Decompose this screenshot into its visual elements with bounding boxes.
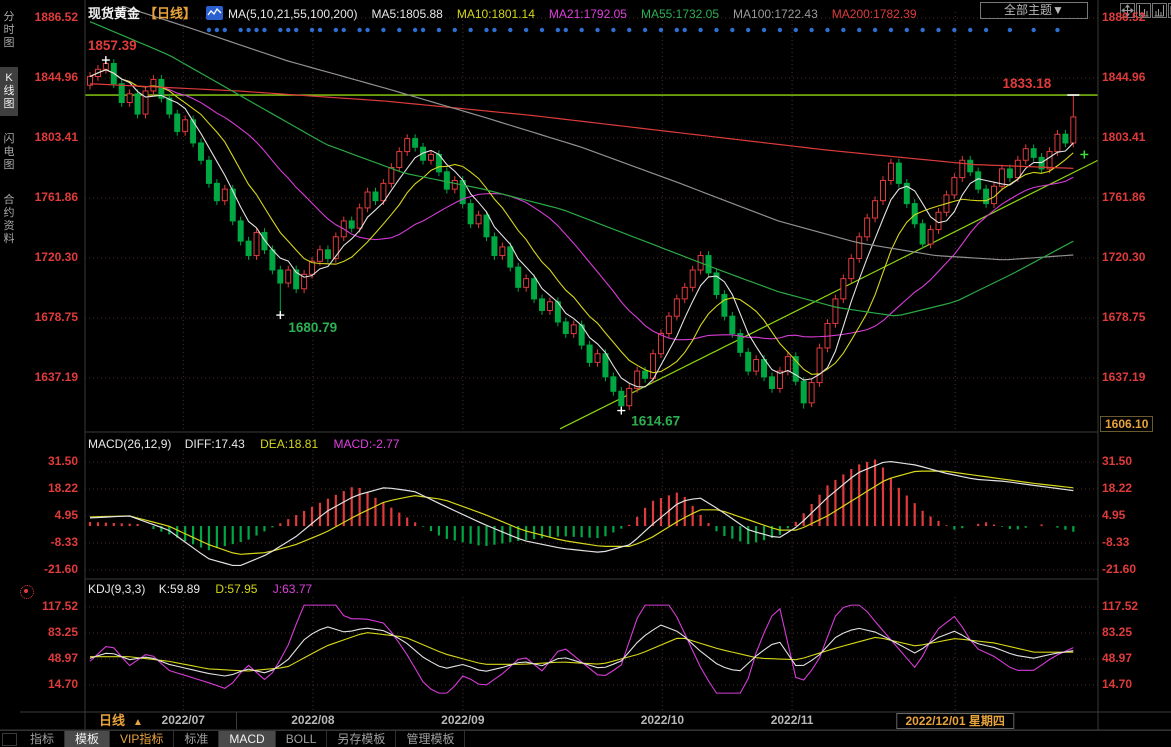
y-tick-label: 83.25 [12,625,78,639]
y-tick-label: 83.25 [1102,625,1168,639]
ma-value-label: MA21:1792.05 [549,7,627,21]
corner-box [2,733,17,746]
toolbar-tab-7[interactable]: 管理模板 [396,731,465,747]
y-tick-label: 14.70 [12,677,78,691]
ma-value-label: MA10:1801.14 [457,7,535,21]
y-tick-label: 1803.41 [12,130,78,144]
x-axis-date: 2022/10 [641,713,684,727]
y-tick-label: -21.60 [1102,562,1168,576]
kdj-d-value: D:57.95 [215,582,257,596]
y-tick-label: 31.50 [12,454,78,468]
ma-value-label: MA200:1782.39 [832,7,917,21]
x-axis-date: 2022/11 [771,713,814,727]
y-tick-label: 1678.75 [12,310,78,324]
kdj-header: KDJ(9,3,3) K:59.89 D:57.95 J:63.77 [88,582,312,596]
y-tick-label: 1761.86 [1102,190,1168,204]
toolbar-tab-0[interactable]: 指标 [20,731,65,747]
chart-type-sidebar: 分时图K线图闪电图合约资料 [0,6,18,251]
y-tick-label: 1761.86 [12,190,78,204]
y-tick-label: -21.60 [12,562,78,576]
bottom-toolbar: 指标模板VIP指标标准MACDBOLL另存模板管理模板 [0,730,1171,747]
y-tick-label: 1886.52 [12,10,78,24]
y-tick-label: 4.95 [12,508,78,522]
macd-value: MACD:-2.77 [333,437,399,451]
kdj-j-value: J:63.77 [273,582,312,596]
price-annotation: 1680.79 [288,320,337,335]
y-tick-label: 1637.19 [1102,370,1168,384]
axis-min-badge: 1606.10 [1100,416,1153,432]
y-tick-label: 1844.96 [12,70,78,84]
symbol-title: 现货黄金 [88,6,140,21]
y-tick-label: 4.95 [1102,508,1168,522]
toolbar-tab-2[interactable]: VIP指标 [110,731,174,747]
y-tick-label: -8.33 [12,535,78,549]
y-tick-label: 1678.75 [1102,310,1168,324]
y-tick-label: -8.33 [1102,535,1168,549]
macd-dea-value: DEA:18.81 [260,437,318,451]
y-tick-label: 1886.52 [1102,10,1168,24]
kdj-k-value: K:59.89 [159,582,200,596]
x-axis-date: 2022/09 [441,713,484,727]
kline-app-window: 1857.39 1680.79 1614.67 1833.18 分时图K线图闪电图合约… [0,0,1171,747]
y-tick-label: 18.22 [1102,481,1168,495]
price-annotation: 1857.39 [88,38,137,53]
y-tick-label: 1720.30 [12,250,78,264]
price-annotation: 1614.67 [631,414,680,429]
toolbar-tab-5[interactable]: BOLL [276,731,328,747]
period-tag: 【日线】 [144,6,196,21]
kline-mini-icon [206,6,223,20]
chart-header: 现货黄金【日线】MA(5,10,21,55,100,200)MA5:1805.8… [88,3,917,21]
ma-value-label: MA5:1805.88 [371,7,442,21]
y-tick-label: 1720.30 [1102,250,1168,264]
price-annotation: 1833.18 [1003,76,1052,91]
y-tick-label: 117.52 [1102,599,1168,613]
indicator-settings-icon[interactable] [20,585,34,599]
chart-canvas[interactable]: 1857.39 1680.79 1614.67 1833.18 [0,0,1171,747]
toolbar-tab-4[interactable]: MACD [219,731,275,747]
y-tick-label: 1637.19 [12,370,78,384]
y-tick-label: 1803.41 [1102,130,1168,144]
toolbar-tab-1[interactable]: 模板 [65,731,110,747]
y-tick-label: 48.97 [12,651,78,665]
y-tick-label: 117.52 [12,599,78,613]
period-arrow-icon: ▲ [133,717,143,728]
x-axis-row: 日线▲ 2022/072022/082022/092022/102022/112… [0,712,1171,730]
toolbar-tab-6[interactable]: 另存模板 [327,731,396,747]
toolbar-tab-3[interactable]: 标准 [174,731,219,747]
ma-settings-label: MA(5,10,21,55,100,200) [228,7,357,21]
y-tick-label: 31.50 [1102,454,1168,468]
x-axis-date: 2022/08 [291,713,334,727]
macd-title: MACD(26,12,9) [88,437,171,451]
kdj-title: KDJ(9,3,3) [88,582,145,596]
y-tick-label: 14.70 [1102,677,1168,691]
x-axis-date: 2022/12/01 星期四 [896,713,1013,729]
ma-value-label: MA55:1732.05 [641,7,719,21]
x-axis-date: 2022/07 [162,713,205,727]
ma-value-label: MA100:1722.43 [733,7,818,21]
theme-dropdown-button[interactable]: 全部主题▼ [980,2,1088,19]
y-tick-label: 1844.96 [1102,70,1168,84]
y-tick-label: 18.22 [12,481,78,495]
macd-diff-value: DIFF:17.43 [185,437,245,451]
ma-values: MA5:1805.88 MA10:1801.14 MA21:1792.05 MA55:… [357,7,916,21]
y-tick-label: 48.97 [1102,651,1168,665]
macd-header: MACD(26,12,9) DIFF:17.43 DEA:18.81 MACD:… [88,437,400,451]
